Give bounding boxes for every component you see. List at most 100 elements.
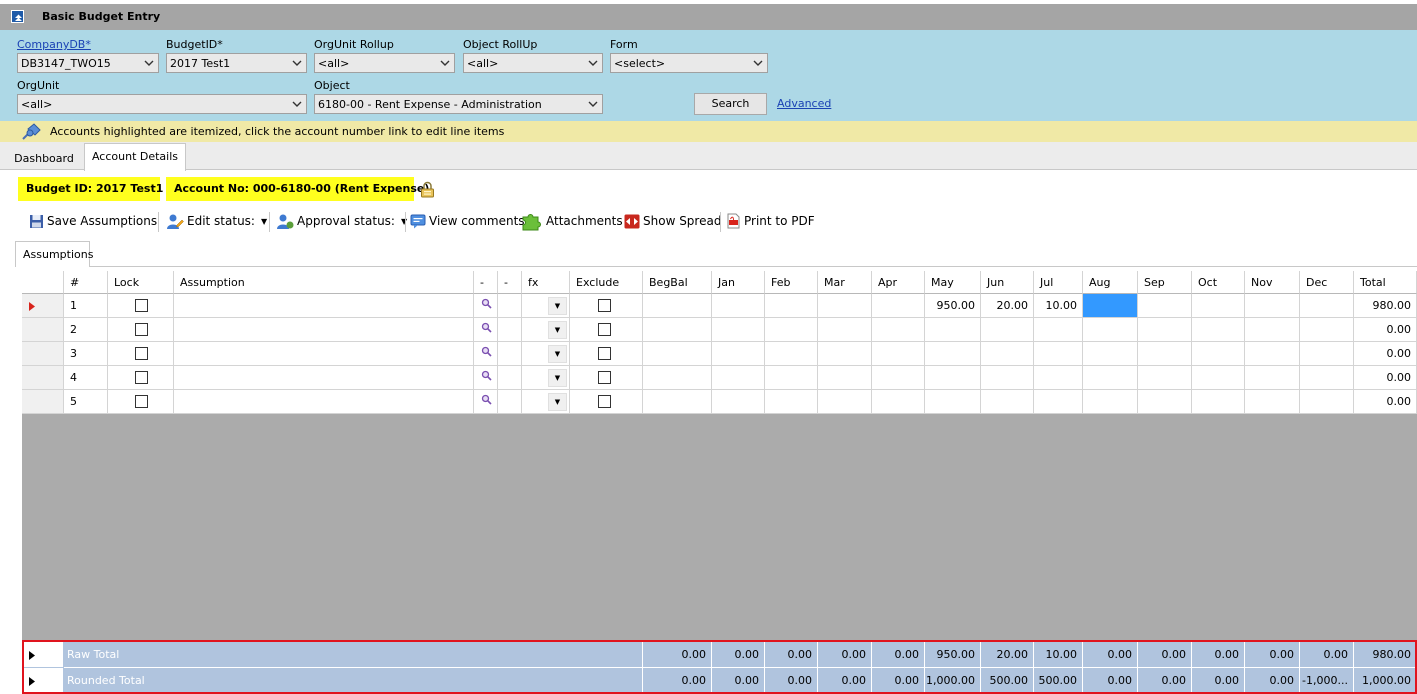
jun-cell[interactable] bbox=[981, 318, 1034, 342]
begbal-cell[interactable] bbox=[643, 342, 712, 366]
jul-cell[interactable] bbox=[1034, 366, 1083, 390]
oct-cell[interactable] bbox=[1192, 294, 1245, 318]
mar-cell[interactable] bbox=[818, 318, 872, 342]
begbal-cell[interactable] bbox=[643, 318, 712, 342]
row-selector[interactable] bbox=[22, 342, 64, 366]
assumption-input[interactable] bbox=[174, 390, 474, 414]
header-sep[interactable]: Sep bbox=[1138, 271, 1192, 294]
header-jul[interactable]: Jul bbox=[1034, 271, 1083, 294]
jun-cell[interactable] bbox=[981, 342, 1034, 366]
fx-dropdown-button[interactable]: ▼ bbox=[548, 369, 567, 387]
exclude-checkbox[interactable] bbox=[598, 371, 611, 384]
jan-cell[interactable] bbox=[712, 318, 765, 342]
begbal-cell[interactable] bbox=[643, 294, 712, 318]
feb-cell[interactable] bbox=[765, 294, 818, 318]
aug-cell[interactable] bbox=[1083, 390, 1138, 414]
header-may[interactable]: May bbox=[925, 271, 981, 294]
dec-cell[interactable] bbox=[1300, 390, 1354, 414]
sep-cell[interactable] bbox=[1138, 366, 1192, 390]
header-aug[interactable]: Aug bbox=[1083, 271, 1138, 294]
search-button[interactable]: Search bbox=[694, 93, 767, 115]
apr-cell[interactable] bbox=[872, 318, 925, 342]
header-lock[interactable]: Lock bbox=[108, 271, 174, 294]
collapse-icon[interactable] bbox=[11, 10, 24, 23]
magnifier-icon[interactable] bbox=[481, 346, 492, 357]
dec-cell[interactable] bbox=[1300, 294, 1354, 318]
header-row-number[interactable]: # bbox=[64, 271, 108, 294]
assumption-input[interactable] bbox=[174, 318, 474, 342]
approval-status-dropdown[interactable]: Approval status: ▼ bbox=[276, 208, 407, 234]
header-jan[interactable]: Jan bbox=[712, 271, 765, 294]
oct-cell[interactable] bbox=[1192, 390, 1245, 414]
nov-cell[interactable] bbox=[1245, 342, 1300, 366]
tab-assumptions[interactable]: Assumptions bbox=[15, 241, 93, 267]
advanced-link[interactable]: Advanced bbox=[777, 97, 831, 110]
fx-dropdown-button[interactable]: ▼ bbox=[548, 321, 567, 339]
apr-cell[interactable] bbox=[872, 294, 925, 318]
apr-cell[interactable] bbox=[872, 342, 925, 366]
header-dash-1[interactable]: - bbox=[474, 271, 498, 294]
header-dash-2[interactable]: - bbox=[498, 271, 522, 294]
row-selector[interactable] bbox=[22, 366, 64, 390]
fx-dropdown-button[interactable]: ▼ bbox=[548, 297, 567, 315]
feb-cell[interactable] bbox=[765, 390, 818, 414]
may-cell[interactable] bbox=[925, 318, 981, 342]
assumption-input[interactable] bbox=[174, 342, 474, 366]
lock-checkbox[interactable] bbox=[135, 371, 148, 384]
edit-status-dropdown[interactable]: Edit status: ▼ bbox=[166, 208, 267, 234]
mar-cell[interactable] bbox=[818, 342, 872, 366]
jul-cell[interactable]: 10.00 bbox=[1034, 294, 1083, 318]
header-dec[interactable]: Dec bbox=[1300, 271, 1354, 294]
attachments-button[interactable]: Attachments bbox=[521, 208, 623, 234]
may-cell[interactable] bbox=[925, 366, 981, 390]
header-assumption[interactable]: Assumption bbox=[174, 271, 474, 294]
lock-checkbox[interactable] bbox=[135, 395, 148, 408]
apr-cell[interactable] bbox=[872, 366, 925, 390]
sep-cell[interactable] bbox=[1138, 342, 1192, 366]
apr-cell[interactable] bbox=[872, 390, 925, 414]
row-selector[interactable] bbox=[22, 294, 64, 318]
begbal-cell[interactable] bbox=[643, 390, 712, 414]
object-rollup-select[interactable]: <all> bbox=[463, 53, 603, 73]
tab-dashboard[interactable]: Dashboard bbox=[8, 147, 80, 170]
companydb-label[interactable]: CompanyDB* bbox=[17, 38, 91, 51]
jan-cell[interactable] bbox=[712, 342, 765, 366]
feb-cell[interactable] bbox=[765, 318, 818, 342]
tab-account-details[interactable]: Account Details bbox=[84, 143, 186, 171]
may-cell[interactable]: 950.00 bbox=[925, 294, 981, 318]
mar-cell[interactable] bbox=[818, 294, 872, 318]
nov-cell[interactable] bbox=[1245, 318, 1300, 342]
header-total[interactable]: Total bbox=[1354, 271, 1417, 294]
jan-cell[interactable] bbox=[712, 294, 765, 318]
assumption-input[interactable] bbox=[174, 294, 474, 318]
header-begbal[interactable]: BegBal bbox=[643, 271, 712, 294]
magnifier-icon[interactable] bbox=[481, 298, 492, 309]
fx-dropdown-button[interactable]: ▼ bbox=[548, 345, 567, 363]
budgetid-select[interactable]: 2017 Test1 bbox=[166, 53, 307, 73]
feb-cell[interactable] bbox=[765, 342, 818, 366]
assumption-input[interactable] bbox=[174, 366, 474, 390]
lock-checkbox[interactable] bbox=[135, 323, 148, 336]
save-assumptions-button[interactable]: Save Assumptions bbox=[29, 208, 157, 234]
jul-cell[interactable] bbox=[1034, 318, 1083, 342]
jan-cell[interactable] bbox=[712, 366, 765, 390]
begbal-cell[interactable] bbox=[643, 366, 712, 390]
oct-cell[interactable] bbox=[1192, 318, 1245, 342]
print-pdf-button[interactable]: Print to PDF bbox=[726, 208, 815, 234]
exclude-checkbox[interactable] bbox=[598, 323, 611, 336]
aug-cell[interactable] bbox=[1083, 318, 1138, 342]
row-selector[interactable] bbox=[22, 390, 64, 414]
magnifier-icon[interactable] bbox=[481, 322, 492, 333]
jul-cell[interactable] bbox=[1034, 390, 1083, 414]
show-spread-button[interactable]: Show Spread bbox=[624, 208, 721, 234]
aug-cell[interactable] bbox=[1083, 294, 1138, 318]
header-apr[interactable]: Apr bbox=[872, 271, 925, 294]
jul-cell[interactable] bbox=[1034, 342, 1083, 366]
header-jun[interactable]: Jun bbox=[981, 271, 1034, 294]
header-oct[interactable]: Oct bbox=[1192, 271, 1245, 294]
fx-dropdown-button[interactable]: ▼ bbox=[548, 393, 567, 411]
header-nov[interactable]: Nov bbox=[1245, 271, 1300, 294]
oct-cell[interactable] bbox=[1192, 342, 1245, 366]
may-cell[interactable] bbox=[925, 390, 981, 414]
magnifier-icon[interactable] bbox=[481, 370, 492, 381]
